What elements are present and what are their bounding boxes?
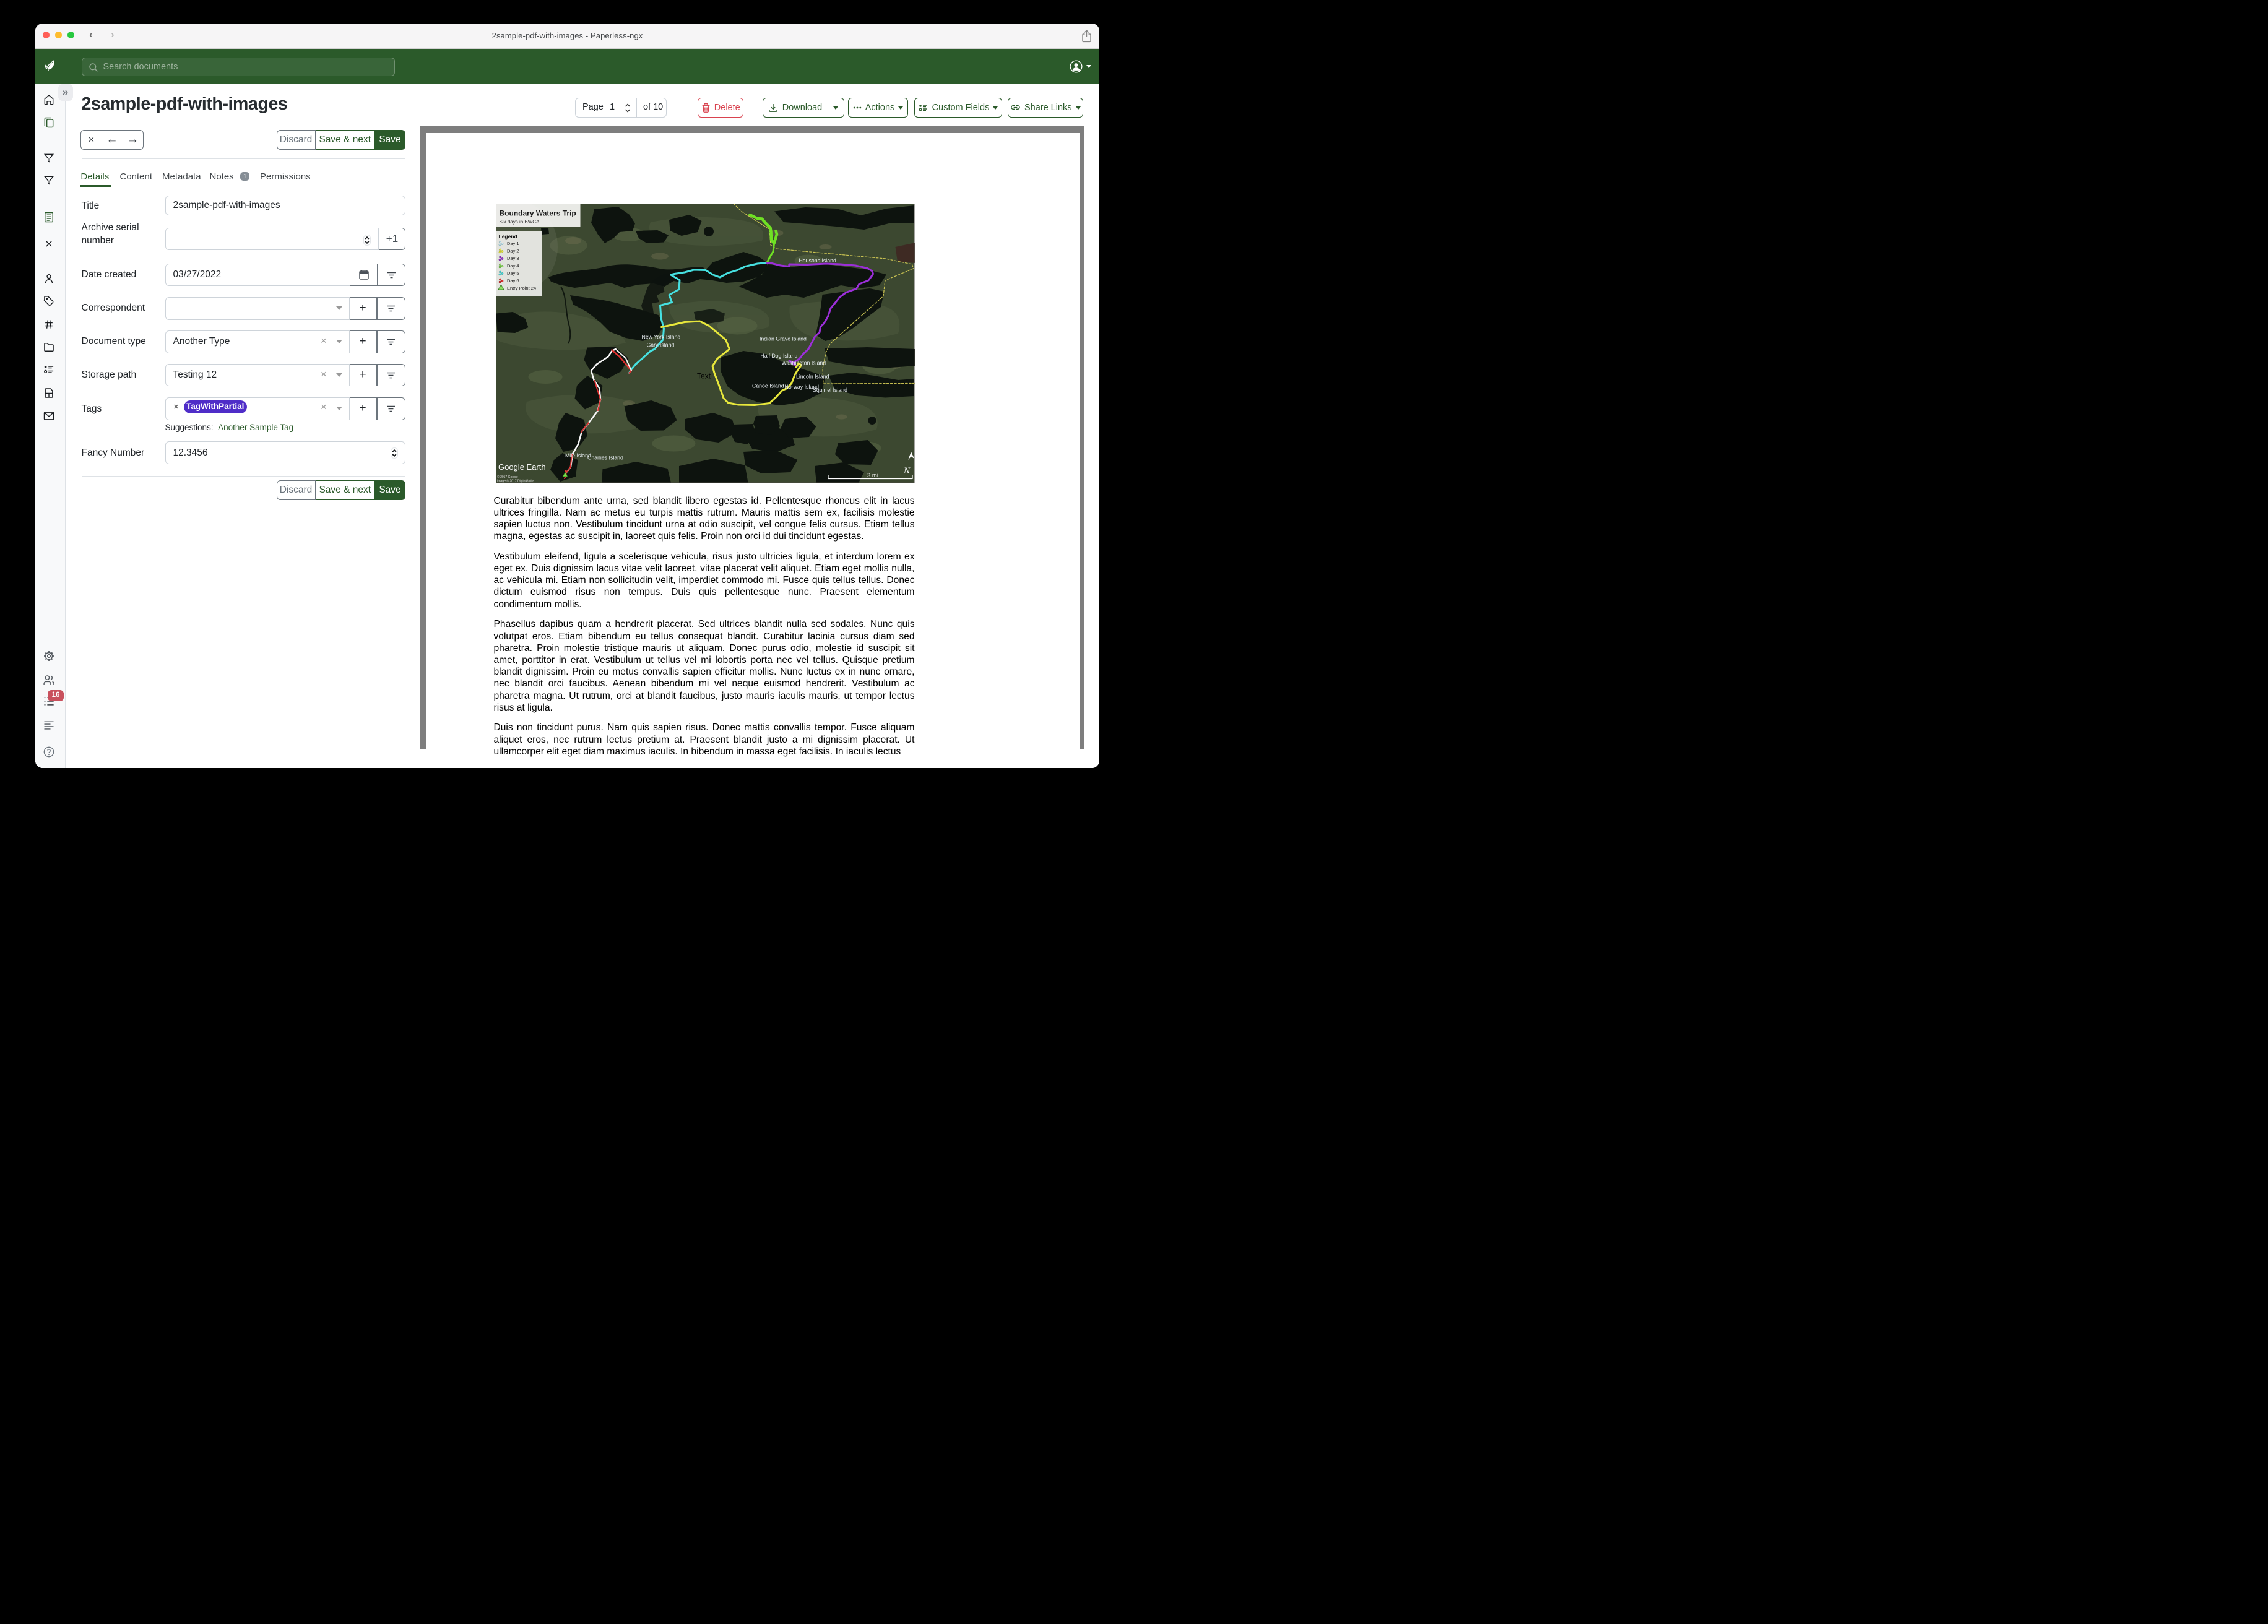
svg-text:3 mi: 3 mi bbox=[867, 472, 878, 479]
svg-text:Entry Point 24: Entry Point 24 bbox=[507, 285, 536, 291]
svg-text:Day 2: Day 2 bbox=[507, 248, 519, 254]
svg-text:Charlies Island: Charlies Island bbox=[587, 454, 623, 460]
svg-text:Canoe Island: Canoe Island bbox=[752, 382, 784, 389]
svg-text:© 2017 Google: © 2017 Google bbox=[497, 475, 518, 479]
svg-text:Day 5: Day 5 bbox=[507, 270, 519, 276]
svg-text:Gary Island: Gary Island bbox=[647, 342, 675, 348]
svg-text:Image © 2017 DigitalGlobe: Image © 2017 DigitalGlobe bbox=[497, 478, 534, 483]
svg-text:Google Earth: Google Earth bbox=[498, 462, 546, 472]
svg-text:Half Dog Island: Half Dog Island bbox=[761, 353, 798, 359]
svg-text:Day 4: Day 4 bbox=[507, 263, 519, 269]
svg-text:Washington Island: Washington Island bbox=[782, 360, 826, 366]
svg-text:Boundary Waters Trip: Boundary Waters Trip bbox=[500, 209, 576, 217]
svg-text:Day 6: Day 6 bbox=[507, 278, 519, 283]
svg-text:Day 3: Day 3 bbox=[507, 256, 519, 261]
svg-text:Six days in BWCA: Six days in BWCA bbox=[500, 219, 540, 225]
svg-text:Squirrel Island: Squirrel Island bbox=[813, 387, 847, 393]
svg-text:New York Island: New York Island bbox=[642, 334, 681, 340]
svg-text:Indian Grave Island: Indian Grave Island bbox=[760, 335, 807, 342]
svg-text:Text: Text bbox=[697, 371, 711, 380]
svg-text:Legend: Legend bbox=[499, 233, 517, 240]
svg-text:Hausons Island: Hausons Island bbox=[799, 257, 836, 264]
svg-text:Lincoln Island: Lincoln Island bbox=[796, 373, 829, 379]
svg-text:Day 1: Day 1 bbox=[507, 241, 519, 246]
svg-text:N: N bbox=[903, 466, 911, 476]
